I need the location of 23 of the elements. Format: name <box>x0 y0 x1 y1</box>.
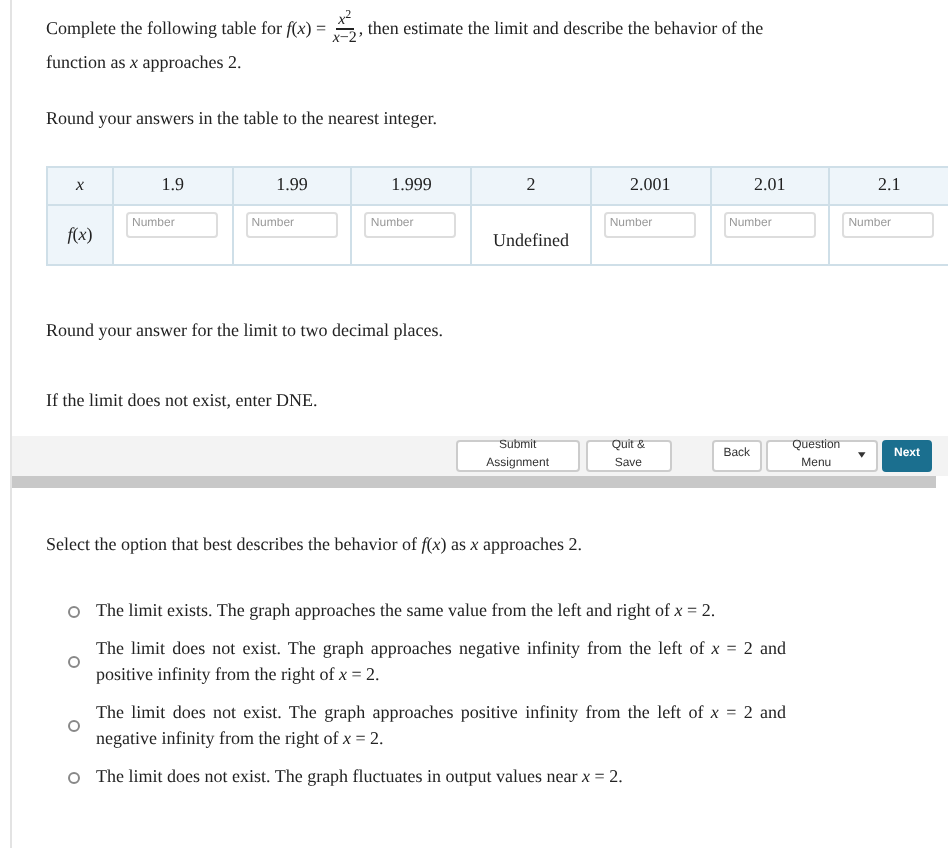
radio-button[interactable] <box>68 656 80 669</box>
option-text: The limit does not exist. The graph approaches positive infinity from the left of x = 2 and negative infinity from the right of x = 2. <box>96 700 786 753</box>
table-header-cell: 1.9 <box>113 166 233 205</box>
instruction-text: If the limit does not exist, enter DNE. <box>46 388 320 415</box>
table-header-cell: 2.01 <box>710 166 830 205</box>
radio-button[interactable] <box>68 605 80 618</box>
table-header-cell: 1.99 <box>232 166 352 205</box>
option-text: The limit does not exist. The graph fluctuates in output values near x = 2. <box>96 764 625 791</box>
table-header-cell: x <box>47 166 113 205</box>
caret-icon <box>858 452 866 459</box>
table-header-cell: 2 <box>471 166 591 205</box>
radio-button[interactable] <box>68 771 80 784</box>
instruction-text: Round your answer for the limit to two decimal places. <box>46 317 445 344</box>
table-header-cell: 2.1 <box>829 166 948 205</box>
question-text: Select the option that best describes the behavior of f(x) as x approaches 2. <box>46 531 584 558</box>
option-text: The limit does not exist. The graph approaches negative infinity from the left of x = 2 and positive infinity from the right of x = 2. <box>96 636 786 689</box>
table-header-cell: 2.001 <box>590 166 711 205</box>
row-label: f(x) <box>47 204 113 265</box>
radio-button[interactable] <box>68 720 80 733</box>
option-text: The limit exists. The graph approaches the same value from the left and right of x = 2. <box>96 598 718 625</box>
instruction-text: Round your answers in the table to the nearest integer. <box>46 106 439 133</box>
cell-text: Undefined <box>492 229 569 250</box>
table-header-cell: 1.999 <box>351 166 472 205</box>
